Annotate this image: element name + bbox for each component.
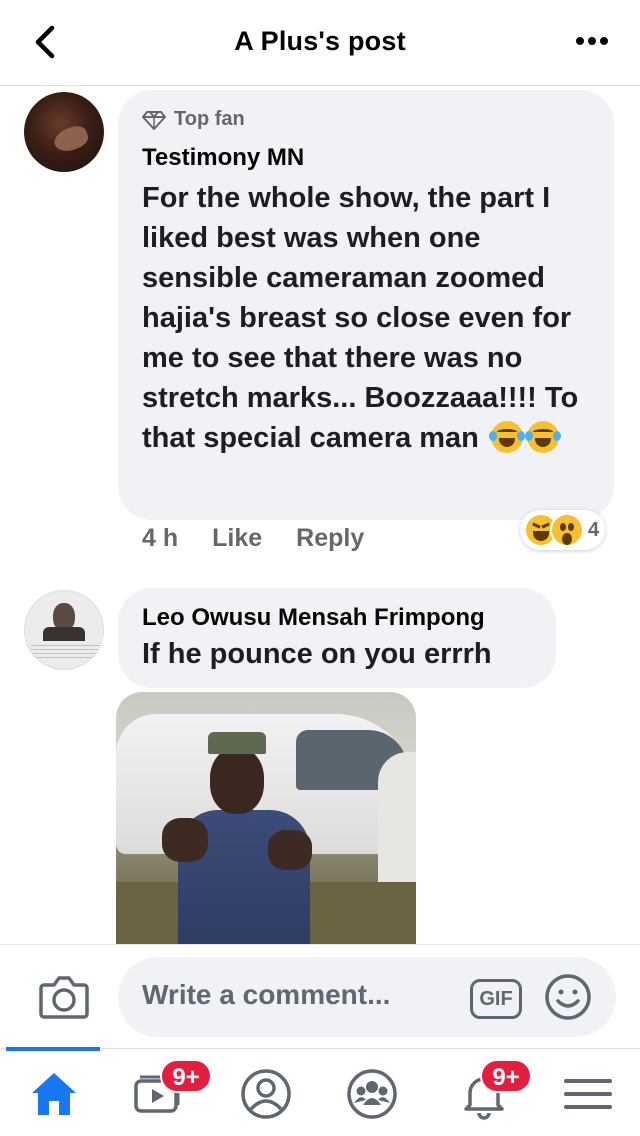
reaction-summary[interactable]: 4 [520, 510, 606, 550]
comment-text: For the whole show, the part I liked bes… [142, 182, 579, 454]
watch-badge: 9+ [160, 1059, 212, 1093]
diamond-icon [142, 110, 166, 130]
comment-bubble[interactable]: Top fan Testimony MN For the whole show,… [118, 90, 614, 520]
comment-input[interactable]: Write a comment... GIF [118, 957, 616, 1037]
gif-button[interactable]: GIF [470, 979, 522, 1019]
comment-author[interactable]: Leo Owusu Mensah Frimpong [142, 604, 485, 632]
bottom-nav: 9+ 9+ [0, 1047, 640, 1136]
menu-icon[interactable] [560, 1067, 616, 1121]
joy-emoji-icon [524, 421, 561, 453]
comment-text-wrap: For the whole show, the part I liked bes… [142, 178, 604, 458]
like-button[interactable]: Like [212, 524, 262, 553]
wow-reaction-icon [550, 513, 584, 547]
top-fan-badge: Top fan [142, 108, 245, 131]
more-options-icon[interactable] [572, 26, 612, 56]
reaction-count: 4 [588, 518, 600, 541]
emoji-picker-icon[interactable] [544, 973, 592, 1021]
top-bar: A Plus's post [0, 0, 640, 86]
comment-bubble[interactable]: Leo Owusu Mensah Frimpong If he pounce o… [118, 588, 556, 688]
commenter-avatar[interactable] [24, 590, 104, 670]
comment-time[interactable]: 4 h [142, 524, 178, 553]
home-icon[interactable] [26, 1067, 82, 1121]
comment-author[interactable]: Testimony MN [142, 144, 304, 172]
profile-icon[interactable] [238, 1067, 294, 1121]
active-tab-indicator [6, 1047, 100, 1051]
groups-icon[interactable] [344, 1067, 400, 1121]
comment-actions: 4 h Like Reply [142, 524, 364, 553]
comment-photo-attachment[interactable] [116, 692, 416, 944]
comment-composer: Write a comment... GIF [0, 944, 640, 1048]
badge-label: Top fan [174, 108, 245, 130]
joy-emoji-icon [488, 421, 525, 453]
reply-button[interactable]: Reply [296, 524, 364, 553]
comment-text: If he pounce on you errrh [142, 638, 492, 670]
notifications-badge: 9+ [480, 1059, 532, 1093]
commenter-avatar[interactable] [24, 92, 104, 172]
camera-icon[interactable] [38, 971, 90, 1021]
comment-placeholder: Write a comment... [142, 979, 391, 1010]
page-title: A Plus's post [234, 26, 406, 56]
